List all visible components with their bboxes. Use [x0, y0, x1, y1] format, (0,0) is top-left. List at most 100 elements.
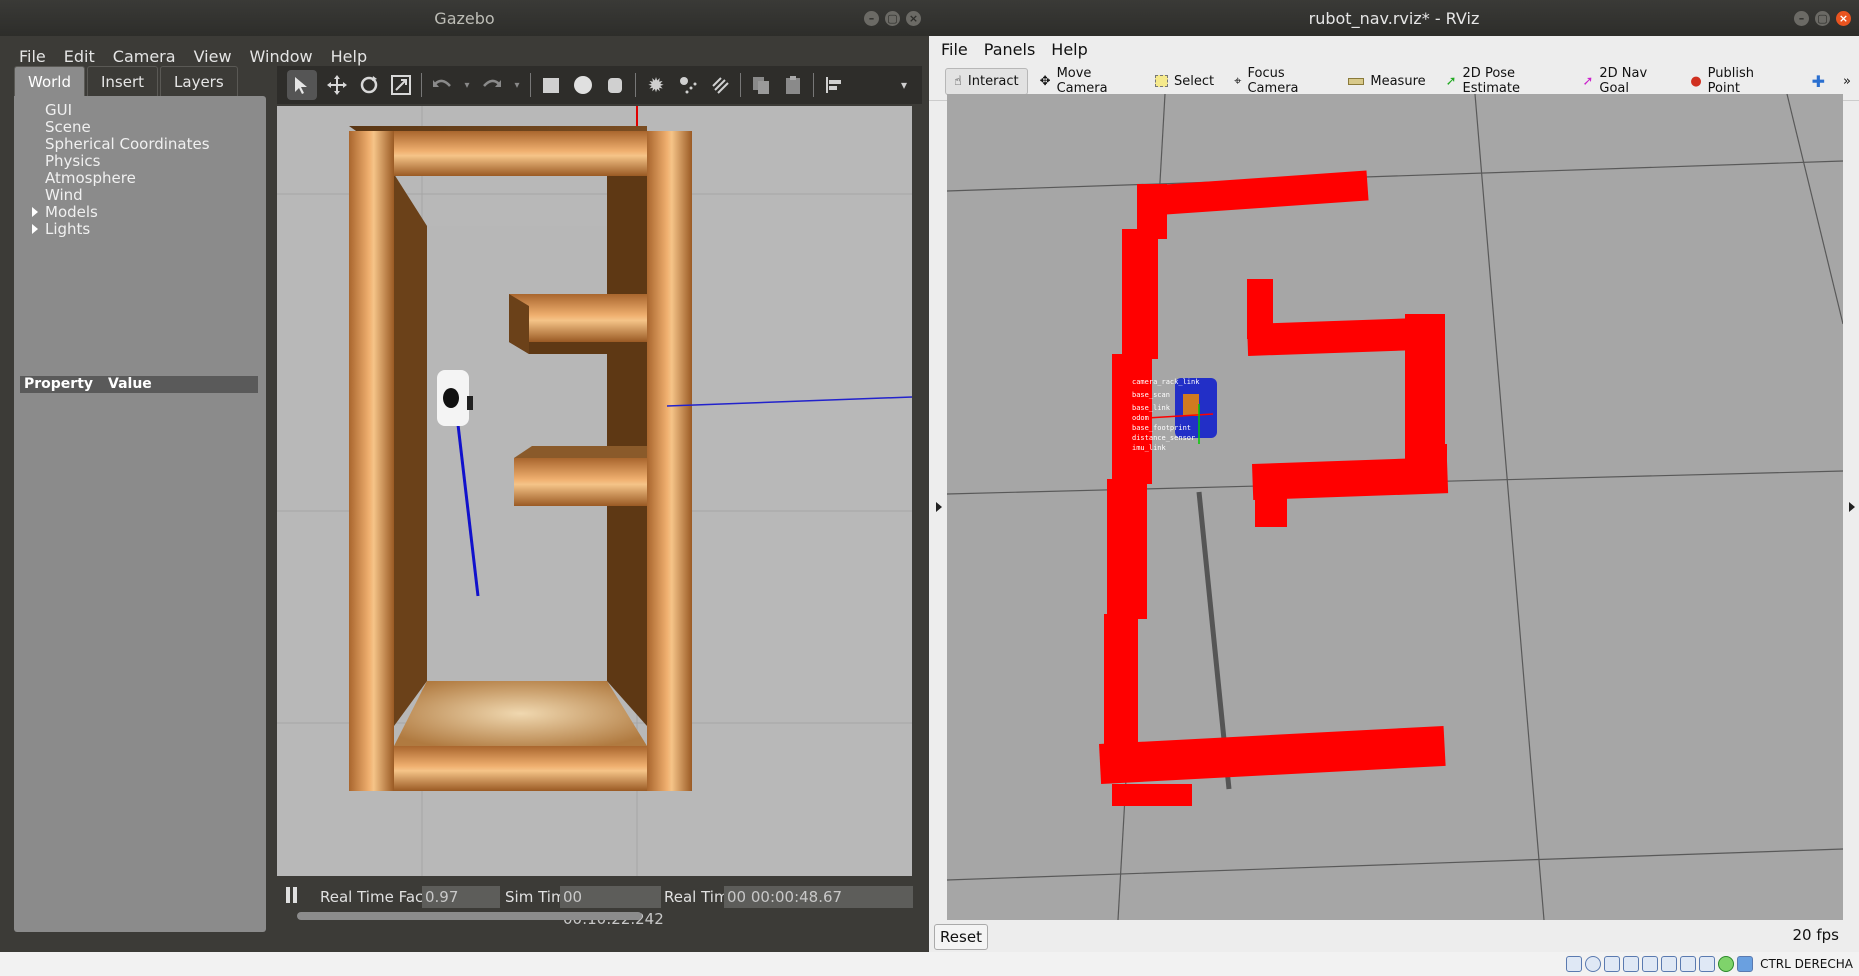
- tree-item-atmosphere[interactable]: Atmosphere: [14, 170, 266, 187]
- right-dock-toggle-icon[interactable]: [1849, 502, 1855, 512]
- minimize-button[interactable]: –: [864, 11, 879, 26]
- tool-label: Publish Point: [1707, 66, 1755, 96]
- vt-x-icon[interactable]: [1718, 956, 1735, 972]
- gazebo-title-bar: Gazebo – ▢ ×: [0, 0, 929, 36]
- world-tree: GUI Scene Spherical Coordinates Physics …: [14, 96, 266, 932]
- tool-label: Interact: [967, 73, 1019, 89]
- display-icon[interactable]: [1661, 956, 1678, 972]
- redo-history-arrow-icon[interactable]: ▾: [512, 73, 522, 97]
- magenta-arrow-icon: ➚: [1582, 73, 1594, 89]
- mouse-integration-icon[interactable]: [1737, 956, 1754, 972]
- select-mode-icon[interactable]: [287, 70, 317, 100]
- shared-folder-icon[interactable]: [1623, 956, 1640, 972]
- disc-icon[interactable]: [1585, 956, 1602, 972]
- interact-tool[interactable]: ☝ Interact: [945, 67, 1028, 95]
- gazebo-3d-viewport[interactable]: [277, 106, 912, 876]
- menu-panels[interactable]: Panels: [978, 40, 1046, 59]
- rviz-scene: [947, 94, 1843, 920]
- tree-item-scene[interactable]: Scene: [14, 119, 266, 136]
- cpu-icon[interactable]: [1699, 956, 1716, 972]
- copy-icon[interactable]: [749, 73, 773, 97]
- tree-item-lights[interactable]: Lights: [14, 221, 266, 238]
- scale-mode-icon[interactable]: [389, 73, 413, 97]
- video-capture-icon[interactable]: [1680, 956, 1697, 972]
- usb-icon[interactable]: [1604, 956, 1621, 972]
- cylinder-shape-icon[interactable]: [603, 73, 627, 97]
- move-camera-icon: ✥: [1039, 73, 1051, 89]
- tab-world[interactable]: World: [14, 66, 85, 96]
- sphere-shape-icon[interactable]: [571, 73, 595, 97]
- toolbar-divider: [740, 73, 741, 97]
- fps-counter: 20 fps: [1792, 926, 1839, 944]
- point-light-icon[interactable]: ✹: [644, 73, 668, 97]
- toolbar-divider: [813, 73, 814, 97]
- left-dock-toggle-icon[interactable]: [936, 502, 942, 512]
- measure-tool[interactable]: Measure: [1340, 69, 1433, 94]
- reset-button[interactable]: Reset: [934, 924, 988, 950]
- undo-icon[interactable]: [430, 73, 454, 97]
- tool-label: Select: [1174, 73, 1215, 89]
- align-icon[interactable]: [822, 73, 846, 97]
- chevron-right-icon: »: [1843, 73, 1851, 89]
- select-tool[interactable]: Select: [1147, 69, 1222, 94]
- menu-edit[interactable]: Edit: [55, 47, 104, 66]
- tree-item-models[interactable]: Models: [14, 204, 266, 221]
- paste-icon[interactable]: [781, 73, 805, 97]
- maximize-button[interactable]: ▢: [885, 11, 900, 26]
- maximize-button[interactable]: ▢: [1815, 11, 1830, 26]
- minimize-button[interactable]: –: [1794, 11, 1809, 26]
- tool-label: 2D Nav Goal: [1599, 66, 1648, 96]
- horizontal-scrollbar[interactable]: [297, 912, 642, 920]
- menu-window[interactable]: Window: [241, 47, 322, 66]
- menu-view[interactable]: View: [185, 47, 241, 66]
- tf-frame-labels: camera_rack_link base_scan base_link odo…: [1132, 377, 1222, 453]
- spot-light-icon[interactable]: [676, 73, 700, 97]
- tool-label: 2D Pose Estimate: [1462, 66, 1520, 96]
- gazebo-scene: [277, 106, 912, 876]
- directional-light-icon[interactable]: [708, 73, 732, 97]
- close-button[interactable]: ×: [1836, 11, 1851, 26]
- rviz-title: rubot_nav.rviz* - RViz: [1308, 9, 1480, 28]
- tree-item-gui[interactable]: GUI: [14, 102, 266, 119]
- tab-layers[interactable]: Layers: [160, 66, 238, 96]
- expand-arrow-icon[interactable]: [32, 207, 38, 217]
- network-icon[interactable]: [1566, 956, 1583, 972]
- tree-item-label: Lights: [45, 220, 91, 238]
- rviz-3d-viewport[interactable]: camera_rack_link base_scan base_link odo…: [947, 94, 1843, 920]
- close-button[interactable]: ×: [906, 11, 921, 26]
- tree-item-wind[interactable]: Wind: [14, 187, 266, 204]
- menu-file[interactable]: File: [10, 47, 55, 66]
- property-header: Property Value: [20, 376, 258, 393]
- tf-label: base_scan: [1132, 391, 1170, 399]
- menu-help[interactable]: Help: [322, 47, 376, 66]
- real-time-value: 00 00:00:48.67: [724, 886, 913, 908]
- menu-file[interactable]: File: [935, 40, 978, 59]
- rotate-mode-icon[interactable]: [357, 73, 381, 97]
- translate-mode-icon[interactable]: [325, 73, 349, 97]
- add-tool-button[interactable]: ✚: [1804, 67, 1833, 96]
- tab-insert[interactable]: Insert: [87, 66, 159, 96]
- menu-camera[interactable]: Camera: [104, 47, 185, 66]
- clipboard-icon[interactable]: [1642, 956, 1659, 972]
- undo-history-arrow-icon[interactable]: ▾: [462, 73, 472, 97]
- tree-item-spherical-coordinates[interactable]: Spherical Coordinates: [14, 136, 266, 153]
- menu-help[interactable]: Help: [1045, 40, 1097, 59]
- hand-icon: ☝: [954, 73, 962, 89]
- expand-arrow-icon[interactable]: [32, 224, 38, 234]
- tf-label: base_link: [1132, 404, 1170, 412]
- pause-icon[interactable]: [286, 887, 298, 903]
- vm-status-bar: CTRL DERECHA: [0, 952, 1859, 976]
- toolbar-overflow-icon[interactable]: ▾: [892, 73, 916, 97]
- redo-icon[interactable]: [480, 73, 504, 97]
- tf-label: distance_sensor: [1132, 434, 1196, 442]
- gazebo-status-bar: Real Time Factor: 0.97 Sim Time: 00 00:1…: [277, 876, 913, 928]
- toolbar-divider: [635, 73, 636, 97]
- tree-item-physics[interactable]: Physics: [14, 153, 266, 170]
- toolbar-overflow-button[interactable]: »: [1835, 69, 1859, 94]
- plus-icon: ✚: [1811, 71, 1826, 91]
- box-shape-icon[interactable]: [539, 73, 563, 97]
- host-key-label: CTRL DERECHA: [1760, 957, 1853, 971]
- tool-label: Measure: [1370, 73, 1426, 89]
- property-column-header: Property: [24, 376, 94, 392]
- tool-label: Focus Camera: [1247, 66, 1299, 96]
